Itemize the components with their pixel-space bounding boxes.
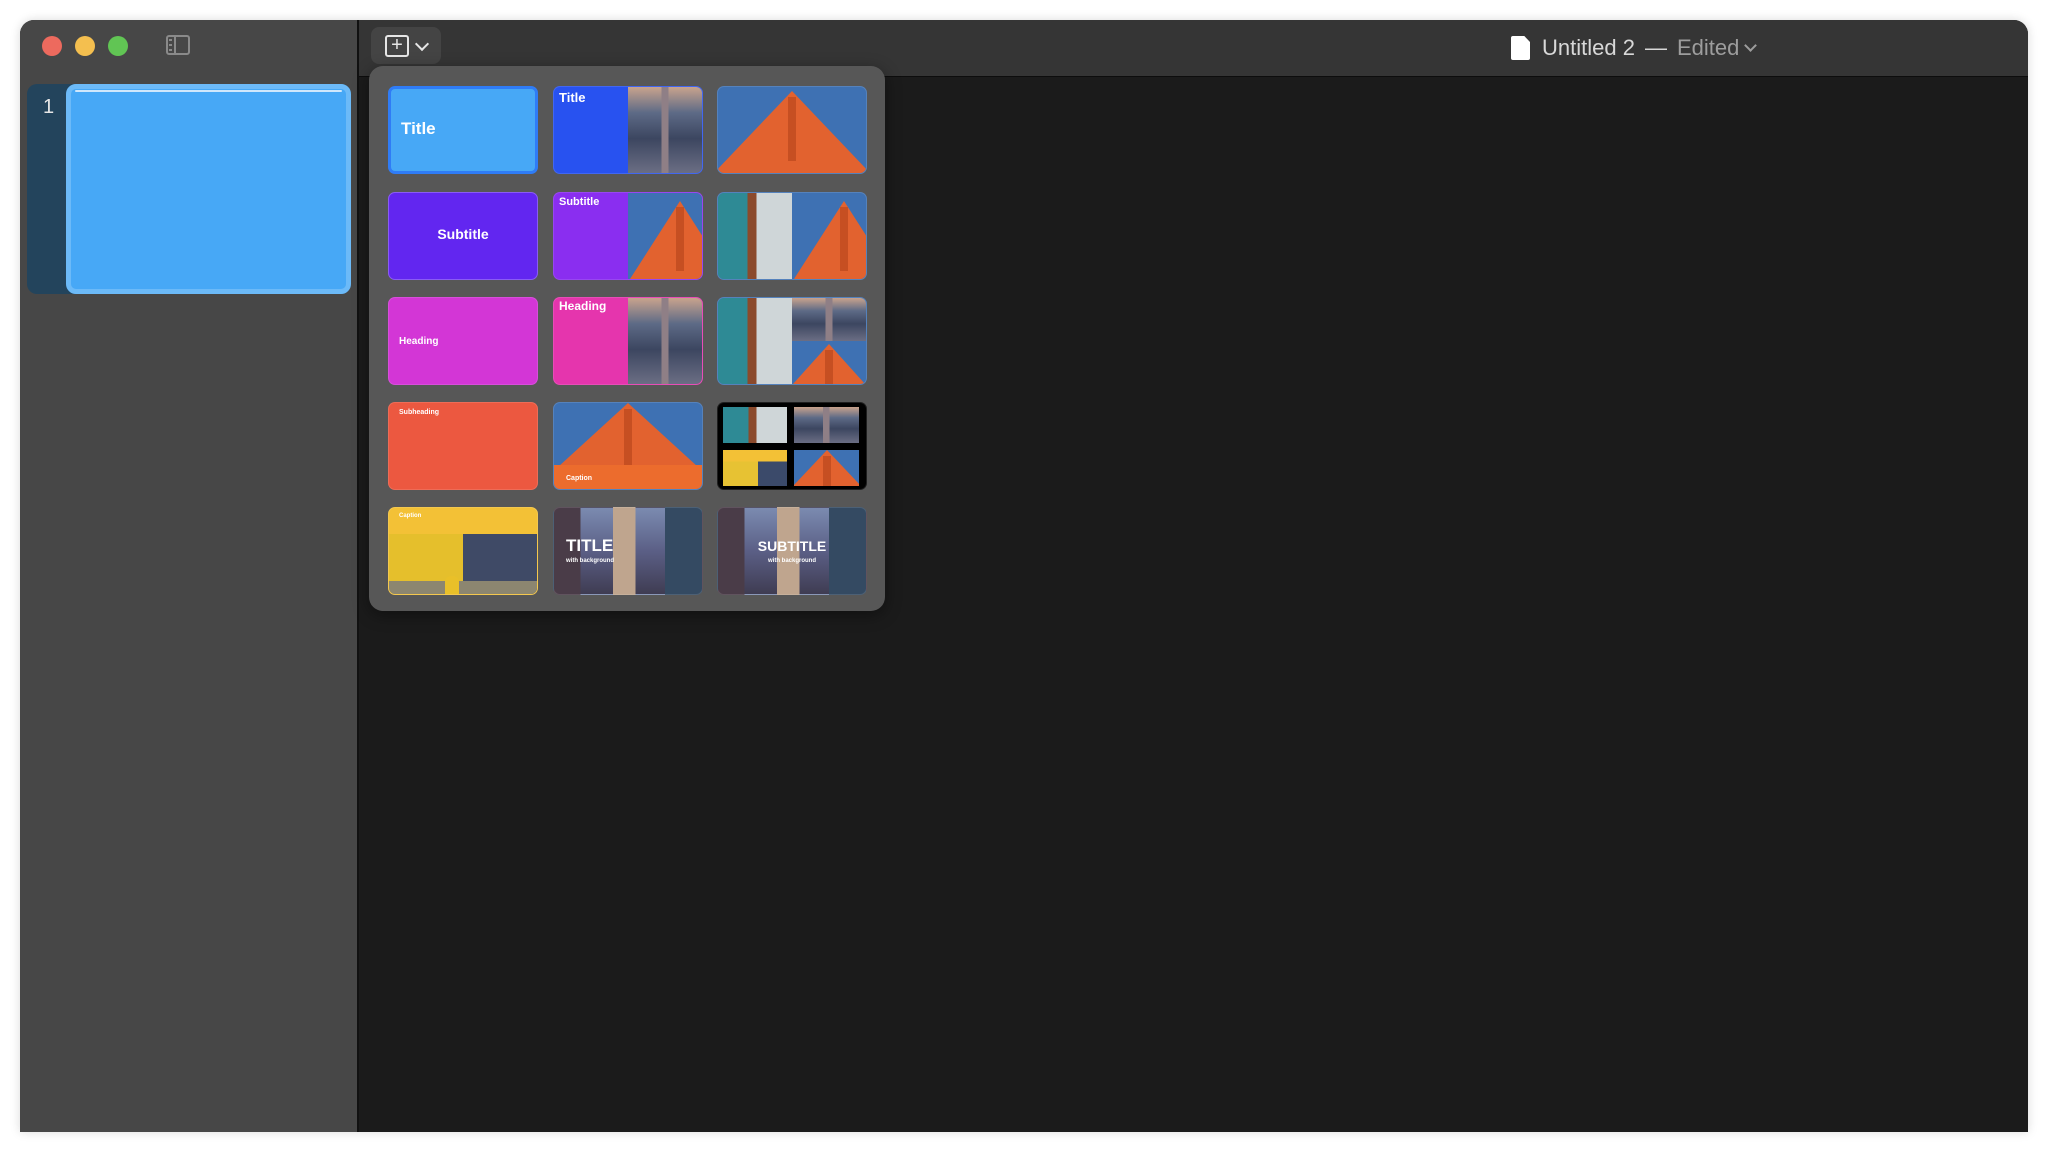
template-subtitle-photo[interactable]: Subtitle (553, 192, 703, 280)
template-label: TITLE (566, 536, 614, 555)
street-photo (794, 407, 859, 443)
street-photo (628, 87, 702, 173)
bridge-photo (628, 193, 702, 279)
zoom-window-button[interactable] (108, 36, 128, 56)
slide-list-item[interactable]: 1 (27, 84, 351, 294)
template-label: Caption (399, 513, 422, 519)
template-four-photos[interactable] (717, 402, 867, 490)
template-subheading[interactable]: Subheading (388, 402, 538, 490)
minimize-window-button[interactable] (75, 36, 95, 56)
template-title[interactable]: Title (388, 86, 538, 174)
template-label: Heading (399, 336, 439, 347)
document-icon (1511, 36, 1530, 60)
street-photo (628, 298, 702, 384)
chevron-down-icon[interactable] (1744, 38, 1758, 52)
add-slide-button[interactable]: + (371, 27, 441, 64)
bridge-photo (558, 403, 698, 473)
street-photo (792, 298, 866, 341)
aerial-bridge-photo (718, 298, 792, 384)
slide-thumbnail[interactable] (66, 84, 351, 294)
slide-number: 1 (43, 96, 55, 118)
slide-layout-picker: Title Title Subtitle Subtitle Heading He… (369, 66, 885, 611)
aerial-bridge-photo (718, 193, 792, 279)
yellow-house-photo (723, 450, 787, 486)
template-subtitle-background[interactable]: SUBTITLE with background (717, 507, 867, 595)
template-sublabel: with background (768, 558, 816, 564)
template-photo-caption[interactable]: Caption (553, 402, 703, 490)
template-three-photos[interactable] (717, 297, 867, 385)
template-label: Heading (559, 299, 607, 313)
template-label: Subheading (399, 409, 440, 416)
bridge-photo (718, 91, 866, 173)
template-title-background[interactable]: TITLE with background (553, 507, 703, 595)
template-label: SUBTITLE (757, 538, 827, 554)
template-label: Title (401, 119, 436, 138)
template-subtitle[interactable]: Subtitle (388, 192, 538, 280)
keynote-window: 1 + Untitled 2 — Edited Title Title Subt… (20, 20, 2028, 1132)
template-sublabel: with background (566, 558, 614, 564)
close-window-button[interactable] (42, 36, 62, 56)
template-label: Title (559, 90, 586, 105)
template-title-photo[interactable]: Title (553, 86, 703, 174)
template-label: Subtitle (559, 196, 600, 208)
template-heading[interactable]: Heading (388, 297, 538, 385)
template-photo[interactable] (717, 86, 867, 174)
edited-status: Edited (1676, 35, 1740, 60)
document-title[interactable]: Untitled 2 — Edited (1511, 34, 1758, 62)
sidebar-icon[interactable] (166, 35, 190, 55)
template-caption-photo[interactable]: Caption (388, 507, 538, 595)
yellow-house-photo (389, 533, 537, 594)
template-heading-photo[interactable]: Heading (553, 297, 703, 385)
chevron-down-icon[interactable] (414, 36, 430, 52)
bridge-photo (792, 193, 866, 279)
bridge-photo (794, 450, 859, 486)
template-two-photos[interactable] (717, 192, 867, 280)
template-label: Caption (566, 475, 593, 482)
slide-navigator: 1 (20, 20, 357, 1132)
title-separator: — (1644, 35, 1667, 60)
template-label: Subtitle (437, 226, 489, 242)
plus-square-icon: + (385, 35, 409, 57)
document-name: Untitled 2 (1542, 35, 1635, 60)
bridge-photo (792, 341, 866, 384)
aerial-bridge-photo (723, 407, 787, 443)
